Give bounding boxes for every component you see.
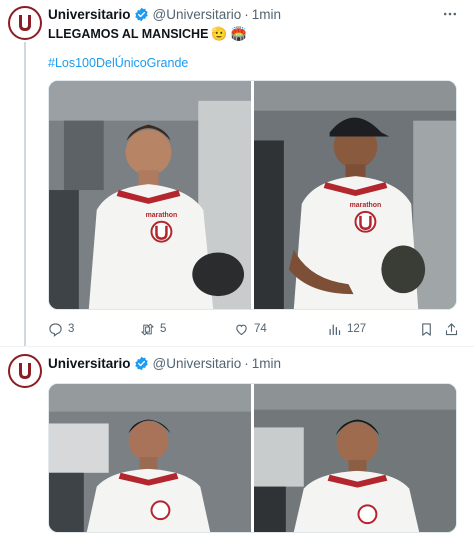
action-bar: 3 5 74 127 [48,318,460,340]
retweet-icon [141,323,154,335]
bookmark-button[interactable] [419,322,434,337]
tweet[interactable]: Universitario @Universitario · 1min [0,346,474,533]
avatar[interactable] [8,6,42,40]
tweet-header: Universitario @Universitario · 1min [48,353,281,373]
photo-player-1[interactable]: marathon [49,81,251,309]
thread-line [24,42,26,346]
bookmark-icon [422,322,431,336]
reply-icon [49,322,62,337]
timestamp[interactable]: 1min [252,7,281,22]
tweet-text-body: LLEGAMOS AL MANSICHE [48,27,209,41]
club-crest-icon [11,9,39,37]
separator-dot: · [244,6,249,22]
media-grid[interactable] [48,383,457,533]
display-name[interactable]: Universitario [48,356,131,371]
photo-player-4[interactable] [254,384,456,532]
handle[interactable]: @Universitario [153,356,242,371]
photo-player-3[interactable] [49,384,251,532]
tweet-text: LLEGAMOS AL MANSICHE 🫡 🏟️ [48,26,247,42]
avatar[interactable] [8,354,42,388]
club-crest-icon [11,357,39,385]
retweet-count: 5 [160,323,167,335]
display-name[interactable]: Universitario [48,7,131,22]
views-button[interactable]: 127 [327,322,366,337]
timestamp[interactable]: 1min [252,356,281,371]
separator-dot: · [244,355,249,371]
like-icon [236,324,247,335]
more-button[interactable] [440,4,460,24]
stadium-emoji: 🏟️ [230,26,247,41]
retweet-button[interactable]: 5 [140,322,166,337]
share-icon [445,322,458,335]
verified-badge-icon [134,7,149,22]
reply-button[interactable]: 3 [48,322,74,337]
saluting-face-emoji: 🫡 [211,26,228,41]
tweet[interactable]: Universitario @Universitario · 1min LLEG… [0,0,474,346]
more-icon [443,12,457,16]
media-grid[interactable]: marathon marathon [48,80,457,310]
verified-badge-icon [134,356,149,371]
shirt-sponsor-text: marathon [350,202,382,209]
handle[interactable]: @Universitario [153,7,242,22]
reply-count: 3 [68,323,75,335]
like-count: 74 [254,323,267,335]
tweet-header: Universitario @Universitario · 1min [48,4,281,24]
like-button[interactable]: 74 [234,322,267,337]
photo-player-2[interactable]: marathon [254,81,456,309]
hashtag-link[interactable]: #Los100DelÚnicoGrande [48,56,188,70]
views-icon [329,324,341,335]
shirt-sponsor-text: marathon [146,212,178,219]
share-button[interactable] [444,322,459,337]
views-count: 127 [347,323,367,335]
